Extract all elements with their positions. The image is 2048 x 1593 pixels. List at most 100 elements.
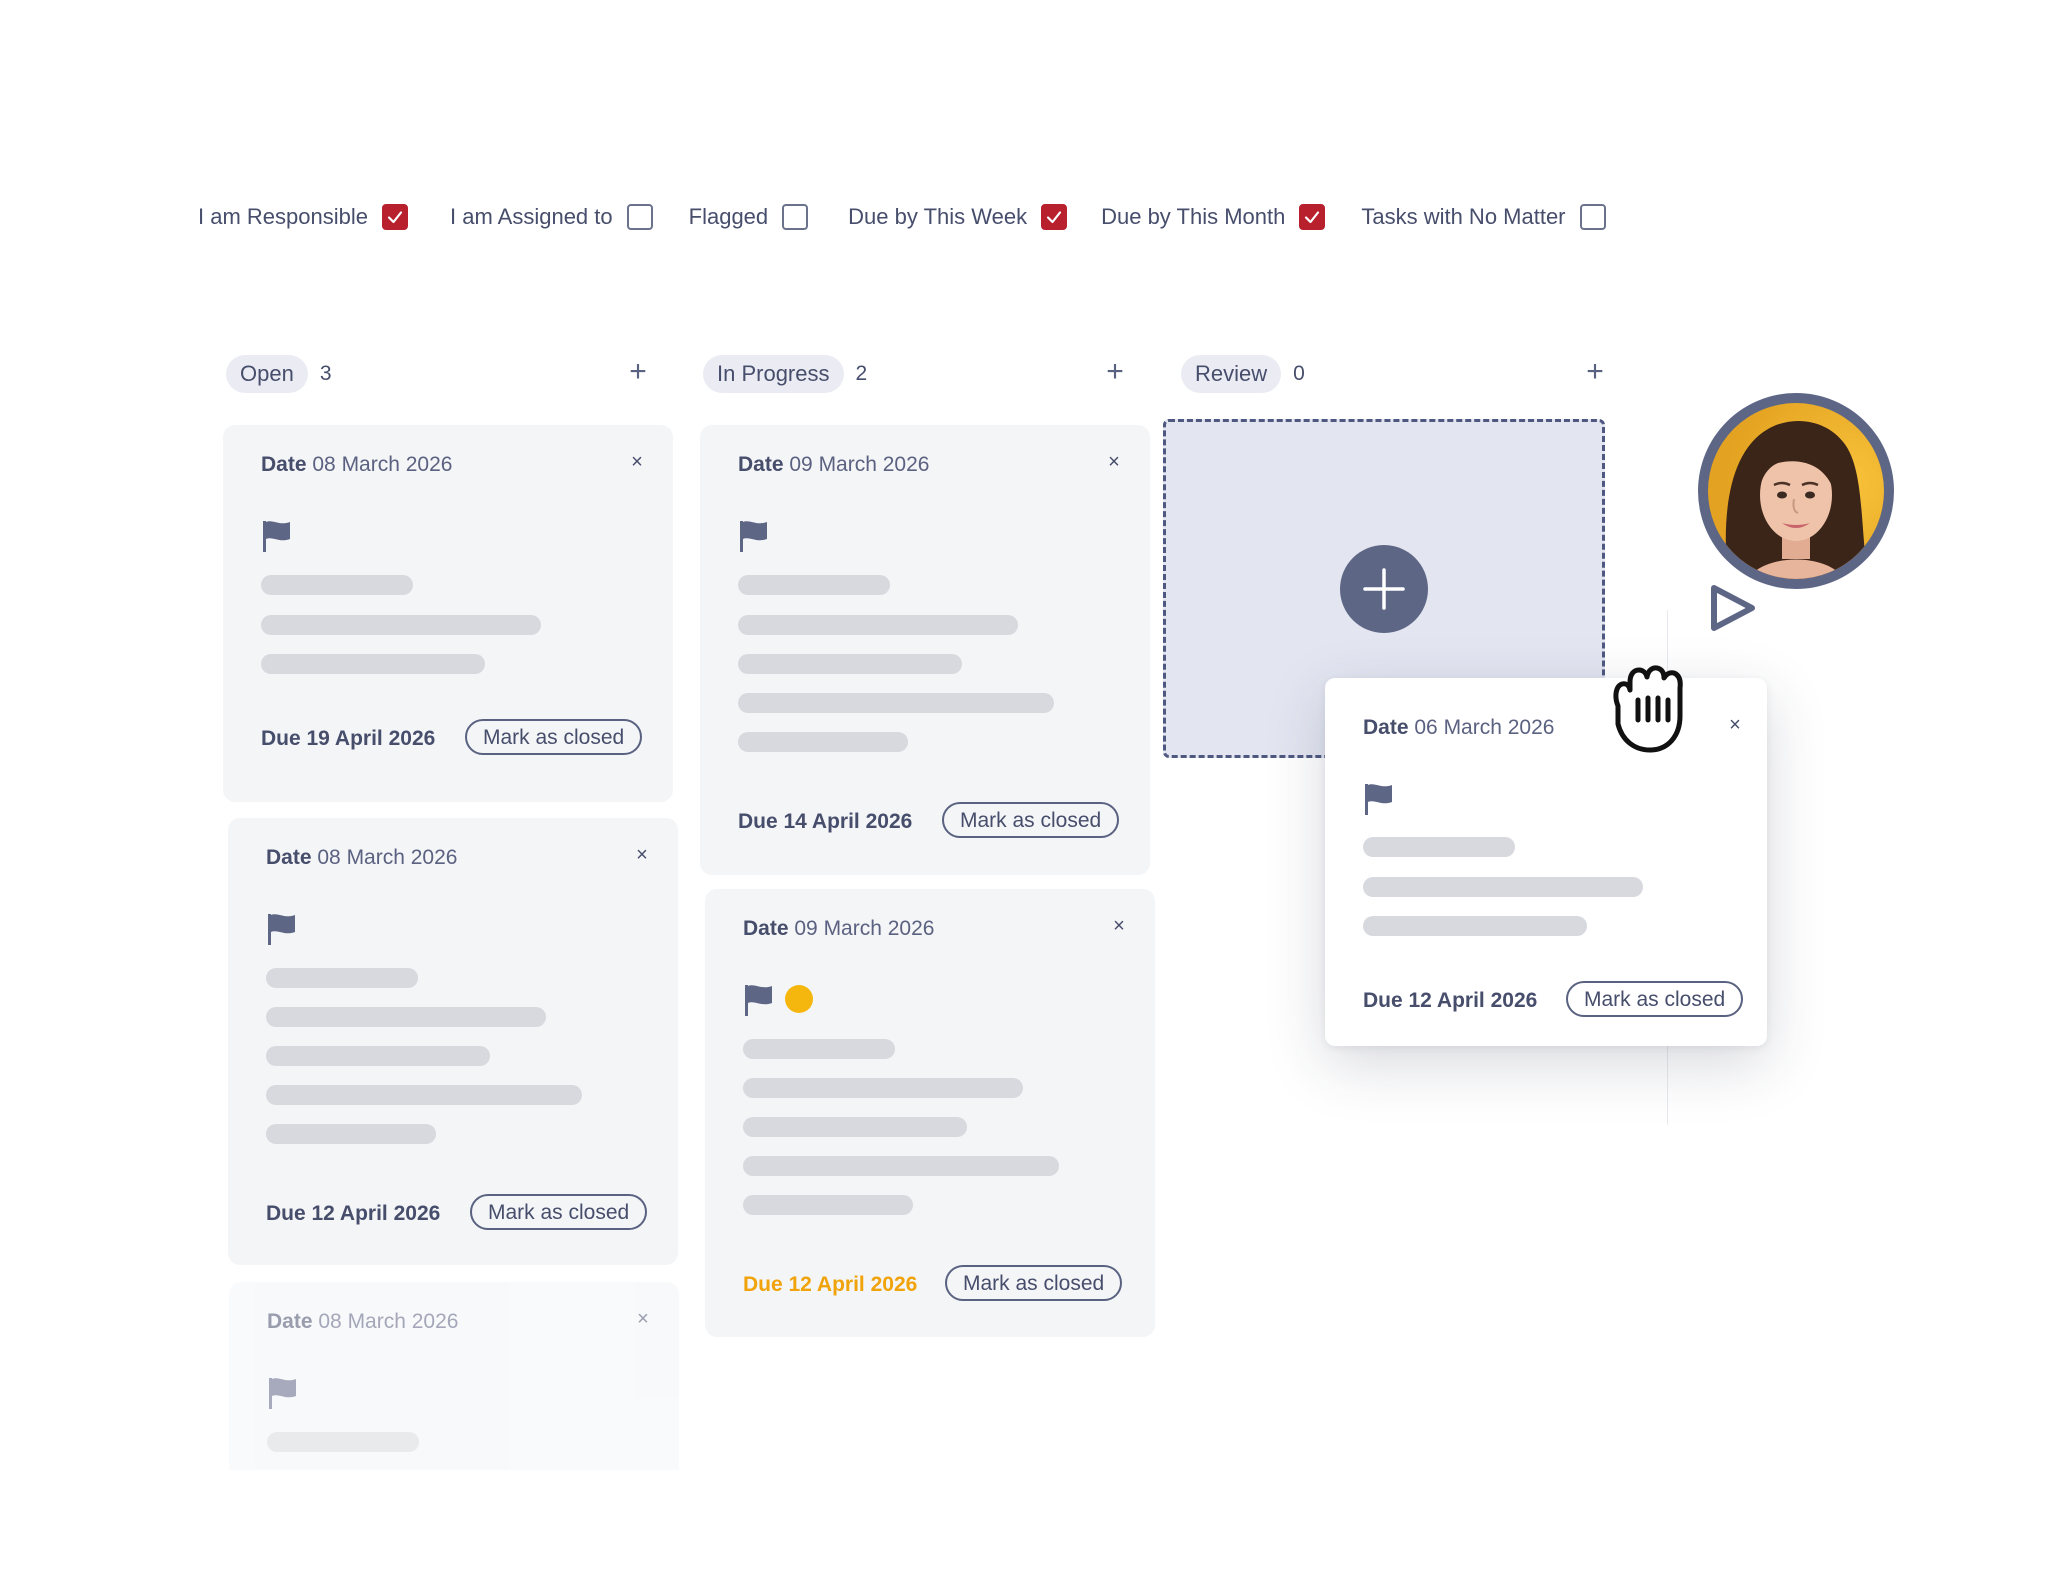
checkmark-icon — [1046, 211, 1062, 224]
close-icon[interactable]: × — [1102, 451, 1126, 474]
filter-label: Due by This Month — [1101, 204, 1286, 229]
checkbox-due-month[interactable] — [1299, 204, 1326, 230]
task-card[interactable]: Date 08 March 2026 × Due 19 April 2026 M… — [223, 425, 673, 802]
filter-label: Tasks with No Matter — [1361, 204, 1566, 229]
date-value: 08 March 2026 — [318, 1310, 459, 1333]
add-card-button[interactable] — [1340, 545, 1428, 633]
checkbox-no-matter[interactable] — [1579, 204, 1606, 230]
card-date: Date 08 March 2026 — [267, 1310, 458, 1334]
card-date: Date 08 March 2026 — [266, 846, 457, 870]
close-icon[interactable]: × — [1723, 714, 1747, 737]
date-value: 09 March 2026 — [794, 917, 935, 940]
task-card[interactable]: Date 09 March 2026 × Due 14 April 2026 M… — [700, 425, 1150, 875]
date-value: 08 March 2026 — [317, 846, 458, 869]
text-placeholder — [743, 1039, 895, 1059]
due-date: Due 19 April 2026 — [261, 727, 436, 750]
card-date: Date 08 March 2026 — [261, 453, 452, 477]
card-date: Date 06 March 2026 — [1363, 716, 1554, 740]
text-placeholder — [266, 1124, 436, 1144]
checkbox-due-week[interactable] — [1041, 204, 1068, 230]
due-date: Due 12 April 2026 — [743, 1273, 918, 1296]
close-icon[interactable]: × — [631, 1308, 655, 1331]
mark-as-closed-button[interactable]: Mark as closed — [470, 1194, 648, 1230]
filter-due-month[interactable]: Due by This Month — [1101, 204, 1326, 230]
filter-flagged[interactable]: Flagged — [689, 204, 809, 230]
due-date: Due 14 April 2026 — [738, 810, 913, 833]
date-label: Date — [267, 1310, 313, 1333]
column-header-review: Review 0 — [1181, 355, 1305, 393]
card-date: Date 09 March 2026 — [738, 453, 929, 477]
date-label: Date — [261, 453, 307, 476]
text-placeholder — [743, 1195, 913, 1215]
filter-responsible[interactable]: I am Responsible — [198, 204, 408, 230]
filter-label: I am Assigned to — [449, 204, 613, 229]
due-date: Due 12 April 2026 — [266, 1202, 441, 1225]
task-card[interactable]: Date 09 March 2026 × Due 12 April 2026 M… — [705, 889, 1155, 1337]
column-header-in-progress: In Progress 2 — [703, 355, 867, 393]
flag-icon[interactable] — [743, 983, 775, 1017]
grab-hand-icon — [1613, 665, 1683, 753]
flag-icon[interactable] — [267, 1376, 299, 1410]
date-label: Date — [738, 453, 784, 476]
column-title: Review — [1181, 355, 1282, 393]
date-value: 06 March 2026 — [1414, 716, 1555, 739]
date-label: Date — [743, 917, 789, 940]
text-placeholder — [261, 575, 413, 595]
text-placeholder — [267, 1432, 419, 1452]
checkbox-responsible[interactable] — [381, 204, 408, 230]
column-header-open: Open 3 — [226, 355, 332, 393]
dragged-task-card[interactable]: Date 06 March 2026 × Due 12 April 2026 M… — [1325, 678, 1767, 1046]
close-icon[interactable]: × — [630, 844, 654, 867]
close-icon[interactable]: × — [625, 451, 649, 474]
text-placeholder — [261, 654, 485, 674]
filter-due-week[interactable]: Due by This Week — [848, 204, 1068, 230]
text-placeholder — [738, 693, 1054, 713]
mark-as-closed-button[interactable]: Mark as closed — [945, 1265, 1123, 1301]
filter-label: Due by This Week — [848, 204, 1028, 229]
task-card[interactable]: Date 08 March 2026 × Due 12 April 2026 M… — [228, 818, 678, 1265]
task-card[interactable]: Date 08 March 2026 × — [229, 1282, 679, 1470]
column-title: Open — [226, 355, 308, 393]
avatar — [1698, 393, 1894, 589]
checkbox-assigned[interactable] — [626, 204, 653, 230]
filter-assigned[interactable]: I am Assigned to — [450, 204, 653, 230]
column-count: 2 — [855, 362, 868, 385]
text-placeholder — [743, 1156, 1059, 1176]
flag-icon[interactable] — [266, 912, 298, 946]
checkbox-flagged[interactable] — [782, 204, 809, 230]
plus-icon — [1363, 568, 1405, 610]
mark-as-closed-button[interactable]: Mark as closed — [1566, 981, 1744, 1017]
close-icon[interactable]: × — [1107, 915, 1131, 938]
add-task-button-review[interactable]: + — [1580, 357, 1610, 387]
card-date: Date 09 March 2026 — [743, 917, 934, 941]
flag-icon[interactable] — [261, 519, 293, 553]
text-placeholder — [1363, 916, 1587, 936]
column-count: 3 — [319, 362, 332, 385]
flag-icon[interactable] — [1363, 782, 1395, 816]
cursor-arrow-icon — [1711, 585, 1755, 631]
add-task-button-in-progress[interactable]: + — [1100, 357, 1130, 387]
mark-as-closed-button[interactable]: Mark as closed — [942, 802, 1120, 838]
status-dot — [785, 985, 813, 1013]
avatar-photo — [1708, 403, 1884, 579]
text-placeholder — [261, 615, 541, 635]
filter-no-matter[interactable]: Tasks with No Matter — [1361, 204, 1606, 230]
filter-bar: I am Responsible I am Assigned to Flagge… — [198, 197, 1606, 237]
text-placeholder — [738, 575, 890, 595]
text-placeholder — [743, 1078, 1023, 1098]
text-placeholder — [266, 1085, 582, 1105]
text-placeholder — [266, 968, 418, 988]
filter-label: Flagged — [688, 204, 769, 229]
date-value: 09 March 2026 — [789, 453, 930, 476]
flag-icon[interactable] — [738, 519, 770, 553]
text-placeholder — [738, 654, 962, 674]
column-count: 0 — [1293, 362, 1305, 385]
text-placeholder — [266, 1007, 546, 1027]
date-label: Date — [1363, 716, 1409, 739]
text-placeholder — [266, 1046, 490, 1066]
mark-as-closed-button[interactable]: Mark as closed — [465, 719, 643, 755]
text-placeholder — [1363, 837, 1515, 857]
add-task-button-open[interactable]: + — [623, 357, 653, 387]
due-date: Due 12 April 2026 — [1363, 989, 1538, 1012]
column-title: In Progress — [703, 355, 844, 393]
